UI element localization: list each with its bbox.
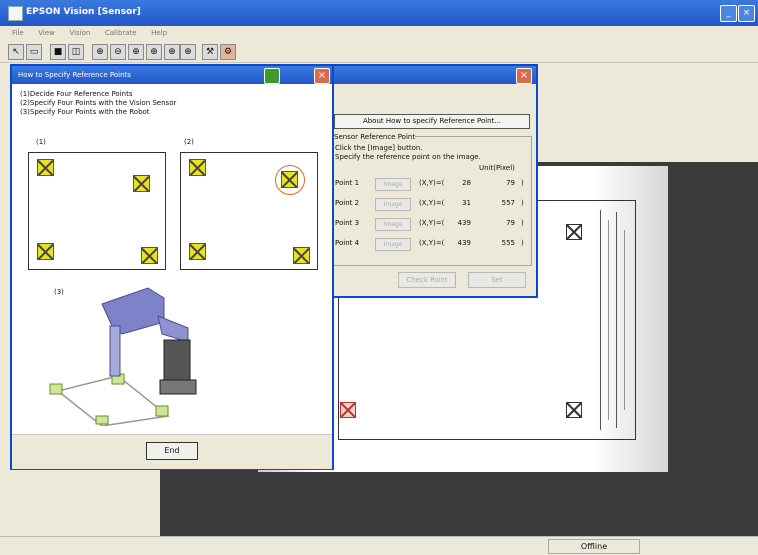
sheet-scale-line xyxy=(600,210,601,430)
reference-point-marker xyxy=(141,247,158,264)
coord-x: 28 xyxy=(462,179,471,187)
connection-status: Offline xyxy=(548,539,640,554)
panel-four-points xyxy=(28,152,166,270)
step-2: (2)Specify Four Points with the Vision S… xyxy=(20,99,177,107)
robot-illustration xyxy=(49,287,197,426)
toolbar: ↖ ▭ ■ ◫ ⊕ ⊖ ⊕ ⊕ ⊕ ⊕ ⚒ ⚙ xyxy=(0,40,758,63)
coord-y: 555 xyxy=(501,239,515,247)
sheet-scale-line xyxy=(608,220,609,420)
dialog-title-bar: How to Specify Reference Points × xyxy=(12,66,332,84)
menu-view[interactable]: View xyxy=(38,29,55,37)
reference-mark-bottom-left-selected xyxy=(340,402,356,418)
zoom-out-icon[interactable]: ⊖ xyxy=(110,44,126,60)
coord-y: 557 xyxy=(501,199,515,207)
sensor-reference-group: Sensor Reference Point Click the [Image]… xyxy=(330,133,532,266)
image-icon[interactable]: ▭ xyxy=(26,44,42,60)
panel-label: (1) xyxy=(36,138,46,146)
point-row: Point 1 Image (X,Y)=( 28 79 ) xyxy=(331,177,531,191)
unit-header: Unit(Pixel) xyxy=(479,164,515,172)
sheet-scale-line xyxy=(616,212,617,428)
panel-label: (2) xyxy=(184,138,194,146)
point-3-image-button[interactable]: Image xyxy=(375,218,411,231)
zoom-reset-icon[interactable]: ⊕ xyxy=(146,44,162,60)
pointer-icon[interactable]: ↖ xyxy=(8,44,24,60)
zoom-fit-icon[interactable]: ⊕ xyxy=(128,44,144,60)
minimize-button[interactable]: _ xyxy=(720,5,737,22)
zoom-select-icon[interactable]: ⊕ xyxy=(180,44,196,60)
help-icon[interactable] xyxy=(264,68,280,84)
tool-icon[interactable]: ⚒ xyxy=(202,44,218,60)
reference-point-marker xyxy=(189,159,206,176)
coord-label: (X,Y)=( xyxy=(419,199,445,207)
app-icon xyxy=(8,6,23,21)
zoom-in-icon[interactable]: ⊕ xyxy=(92,44,108,60)
point-label: Point 4 xyxy=(335,239,360,247)
close-icon[interactable]: × xyxy=(314,68,330,84)
camera-icon[interactable]: ■ xyxy=(50,44,66,60)
reference-mark-top-right xyxy=(566,224,582,240)
coord-x: 31 xyxy=(462,199,471,207)
reference-point-marker xyxy=(281,171,298,188)
group-title: Sensor Reference Point xyxy=(334,133,416,141)
coord-close: ) xyxy=(521,179,524,187)
point-label: Point 1 xyxy=(335,179,360,187)
dialog-title: How to Specify Reference Points xyxy=(18,71,131,79)
coord-close: ) xyxy=(521,219,524,227)
reference-point-marker xyxy=(189,243,206,260)
coord-close: ) xyxy=(521,239,524,247)
coord-label: (X,Y)=( xyxy=(419,219,445,227)
menu-bar: File View Vision Calibrate Help xyxy=(0,26,758,40)
about-reference-point-button[interactable]: About How to specify Reference Point... xyxy=(334,114,530,129)
close-window-button[interactable]: × xyxy=(738,5,755,22)
panel-vision-sensor xyxy=(180,152,318,270)
sheet-scale-line xyxy=(624,230,625,410)
gear-icon[interactable]: ⚙ xyxy=(220,44,236,60)
point-2-image-button[interactable]: Image xyxy=(375,198,411,211)
reference-point-marker xyxy=(37,243,54,260)
window-title: EPSON Vision [Sensor] xyxy=(26,7,141,17)
coord-label: (X,Y)=( xyxy=(419,179,445,187)
zoom-area-icon[interactable]: ⊕ xyxy=(164,44,180,60)
point-label: Point 2 xyxy=(335,199,360,207)
step-1: (1)Decide Four Reference Points xyxy=(20,90,133,98)
reference-mark-bottom-right xyxy=(566,402,582,418)
instruction-line: Specify the reference point on the image… xyxy=(335,153,481,161)
status-bar: Offline xyxy=(0,536,758,555)
main-title-bar: EPSON Vision [Sensor] _ × xyxy=(0,0,758,26)
coord-x: 439 xyxy=(457,219,471,227)
end-button[interactable]: End xyxy=(146,442,198,460)
view-icon[interactable]: ◫ xyxy=(68,44,84,60)
coord-y: 79 xyxy=(506,219,515,227)
point-row: Point 2 Image (X,Y)=( 31 557 ) xyxy=(331,197,531,211)
point-1-image-button[interactable]: Image xyxy=(375,178,411,191)
point-row: Point 3 Image (X,Y)=( 439 79 ) xyxy=(331,217,531,231)
menu-vision[interactable]: Vision xyxy=(69,29,90,37)
point-4-image-button[interactable]: Image xyxy=(375,238,411,251)
coord-label: (X,Y)=( xyxy=(419,239,445,247)
reference-point-marker xyxy=(37,159,54,176)
steps-list: (1)Decide Four Reference Points (2)Speci… xyxy=(20,90,176,117)
coord-y: 79 xyxy=(506,179,515,187)
coord-x: 439 xyxy=(457,239,471,247)
step-3: (3)Specify Four Points with the Robot xyxy=(20,108,150,116)
reference-point-marker xyxy=(133,175,150,192)
reference-points-help-dialog: How to Specify Reference Points × (1)Dec… xyxy=(10,64,334,470)
menu-help[interactable]: Help xyxy=(151,29,167,37)
close-icon[interactable]: × xyxy=(516,68,532,84)
menu-calibrate[interactable]: Calibrate xyxy=(105,29,137,37)
coord-close: ) xyxy=(521,199,524,207)
reference-point-marker xyxy=(293,247,310,264)
menu-file[interactable]: File xyxy=(12,29,24,37)
reference-point-dialog: × About How to specify Reference Point..… xyxy=(300,64,538,298)
set-button[interactable]: Set xyxy=(468,272,526,288)
instruction-line: Click the [Image] button. xyxy=(335,144,423,152)
check-point-button[interactable]: Check Point xyxy=(398,272,456,288)
point-label: Point 3 xyxy=(335,219,360,227)
dialog-title-bar: × xyxy=(302,66,536,84)
point-row: Point 4 Image (X,Y)=( 439 555 ) xyxy=(331,237,531,251)
